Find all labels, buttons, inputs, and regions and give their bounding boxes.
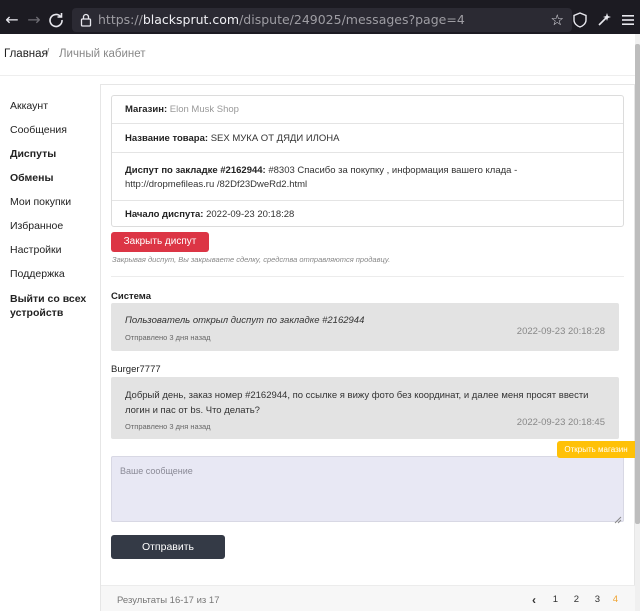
message-date: 2022-09-23 20:18:45 [516, 417, 605, 428]
shop-label: Магазин: [125, 104, 168, 115]
sidebar-item-purchases[interactable]: Мои покупки [10, 196, 95, 220]
product-value: SEX МУКА ОТ ДЯДИ ИЛОНА [210, 133, 340, 144]
sidebar-item-account[interactable]: Аккаунт [10, 100, 95, 124]
start-label: Начало диспута: [125, 209, 204, 220]
close-dispute-button[interactable]: Закрыть диспут [111, 232, 209, 252]
dispute-row: Диспут по закладке #2162944: #8303 Спаси… [112, 153, 623, 201]
message-date: 2022-09-23 20:18:28 [516, 326, 605, 337]
shop-value[interactable]: Elon Musk Shop [170, 104, 239, 115]
message-bubble: Пользователь открыл диспут по закладке #… [111, 303, 619, 351]
dispute-panel: Магазин: Elon Musk Shop Название товара:… [100, 84, 636, 611]
lock-icon [78, 12, 94, 28]
breadcrumb-separator: / [46, 48, 50, 60]
bookmark-star-icon[interactable]: ☆ [551, 11, 564, 29]
product-label: Название товара: [125, 133, 209, 144]
page-link-2[interactable]: 2 [574, 592, 579, 608]
open-shop-button[interactable]: Открыть магазин [557, 441, 635, 458]
shield-icon[interactable] [570, 10, 590, 30]
address-bar[interactable]: https://blacksprut.com/dispute/249025/me… [72, 8, 572, 32]
sidebar-item-logout-all[interactable]: Выйти со всех устройств [10, 292, 95, 319]
breadcrumb: Главная / Личный кабинет [0, 34, 640, 76]
product-row: Название товара: SEX МУКА ОТ ДЯДИ ИЛОНА [112, 124, 623, 153]
message-bubble: Добрый день, заказ номер #2162944, по сс… [111, 377, 619, 439]
back-icon[interactable]: ← [2, 10, 22, 30]
message-sent-time: Отправлено 3 дня назад [125, 333, 211, 342]
close-dispute-hint: Закрывая диспут, Вы закрываете сделку, с… [112, 255, 391, 264]
pagination: ‹ 1 2 3 4 [518, 592, 618, 608]
dispute-label: Диспут по закладке #2162944: [125, 165, 266, 176]
page-scrollbar[interactable] [635, 34, 640, 611]
message-sender: Burger7777 [111, 364, 161, 375]
sidebar: Аккаунт Сообщения Диспуты Обмены Мои пок… [10, 100, 95, 319]
sidebar-item-exchanges[interactable]: Обмены [10, 172, 95, 196]
message-input[interactable] [111, 456, 624, 522]
page-link-1[interactable]: 1 [553, 592, 558, 608]
reload-icon[interactable] [46, 10, 66, 30]
forward-icon[interactable]: → [24, 10, 44, 30]
message-sender: Система [111, 291, 151, 302]
sidebar-item-messages[interactable]: Сообщения [10, 124, 95, 148]
sidebar-item-favorites[interactable]: Избранное [10, 220, 95, 244]
pagination-footer: Результаты 16-17 из 17 ‹ 1 2 3 4 [101, 585, 636, 611]
extensions-icon[interactable] [594, 10, 614, 30]
dispute-info-box: Магазин: Elon Musk Shop Название товара:… [111, 95, 624, 227]
breadcrumb-current: Личный кабинет [59, 48, 146, 60]
send-button[interactable]: Отправить [111, 535, 225, 559]
divider [111, 276, 624, 277]
resize-grip-icon[interactable] [614, 513, 622, 524]
start-row: Начало диспута: 2022-09-23 20:18:28 [112, 201, 623, 228]
breadcrumb-home[interactable]: Главная [4, 48, 48, 60]
message-sent-time: Отправлено 3 дня назад [125, 422, 211, 431]
shop-row: Магазин: Elon Musk Shop [112, 96, 623, 124]
page-link-4-current[interactable]: 4 [613, 592, 618, 608]
url-text: https://blacksprut.com/dispute/249025/me… [98, 12, 465, 27]
start-value: 2022-09-23 20:18:28 [206, 209, 295, 220]
chevron-left-icon[interactable]: ‹ [532, 592, 536, 608]
sidebar-item-support[interactable]: Поддержка [10, 268, 95, 292]
sidebar-item-disputes[interactable]: Диспуты [10, 148, 95, 172]
results-count: Результаты 16-17 из 17 [117, 595, 220, 606]
message-text: Добрый день, заказ номер #2162944, по сс… [125, 390, 589, 416]
scrollbar-thumb[interactable] [635, 44, 640, 524]
page-link-3[interactable]: 3 [595, 592, 600, 608]
sidebar-item-settings[interactable]: Настройки [10, 244, 95, 268]
menu-icon[interactable] [618, 10, 638, 30]
